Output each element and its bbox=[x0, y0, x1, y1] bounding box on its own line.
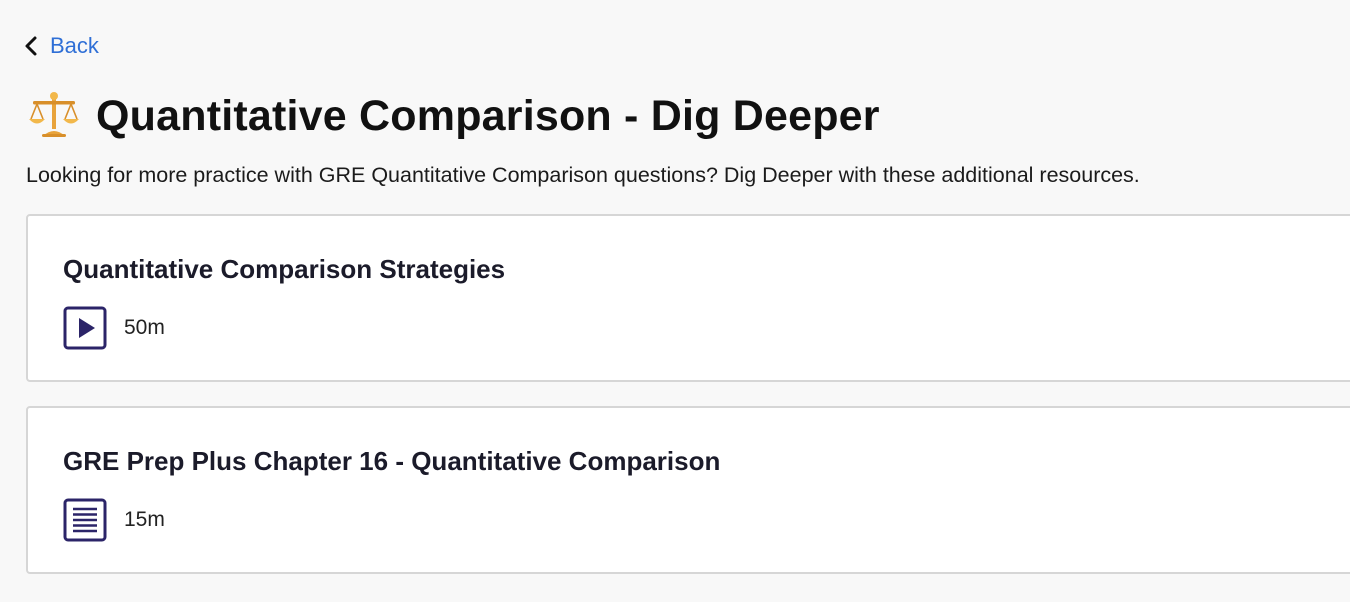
back-link[interactable]: Back bbox=[24, 32, 99, 60]
page-header: Quantitative Comparison - Dig Deeper bbox=[28, 88, 880, 144]
page-title: Quantitative Comparison - Dig Deeper bbox=[96, 92, 880, 140]
video-play-icon bbox=[63, 306, 107, 350]
resource-card[interactable]: GRE Prep Plus Chapter 16 - Quantitative … bbox=[26, 406, 1350, 574]
resource-duration: 15m bbox=[124, 508, 165, 531]
document-icon bbox=[63, 498, 107, 542]
back-label[interactable]: Back bbox=[50, 32, 99, 60]
resource-meta: 15m bbox=[63, 498, 165, 542]
dig-deeper-page: Back Quantitative Comparison - Dig Deepe… bbox=[0, 0, 1350, 602]
resource-meta: 50m bbox=[63, 306, 165, 350]
page-description: Looking for more practice with GRE Quant… bbox=[26, 163, 1140, 187]
resource-title[interactable]: Quantitative Comparison Strategies bbox=[63, 252, 505, 286]
resource-duration: 50m bbox=[124, 316, 165, 339]
resource-title[interactable]: GRE Prep Plus Chapter 16 - Quantitative … bbox=[63, 444, 720, 478]
resource-card[interactable]: Quantitative Comparison Strategies 50m bbox=[26, 214, 1350, 382]
resource-list: Quantitative Comparison Strategies 50m G… bbox=[26, 214, 1350, 598]
chevron-left-icon bbox=[24, 35, 38, 57]
scales-icon bbox=[28, 89, 80, 144]
